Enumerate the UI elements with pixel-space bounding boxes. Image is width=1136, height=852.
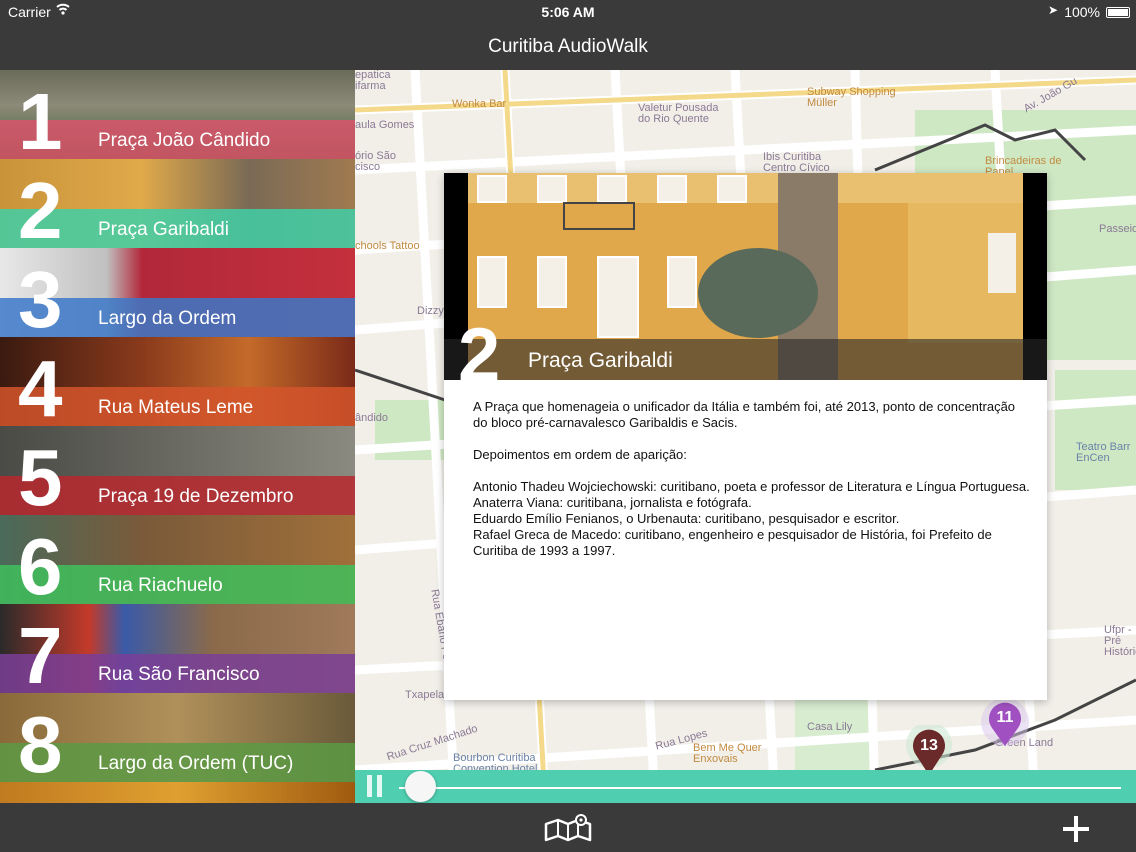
marker-number: 11 (997, 709, 1014, 726)
map-poi-label[interactable]: Dizzy (417, 306, 444, 317)
detail-description: A Praça que homenageia o unificador da I… (473, 399, 1033, 559)
detail-line: Antonio Thadeu Wojciechowski: curitibano… (473, 479, 1030, 494)
detail-intro: A Praça que homenageia o unificador da I… (473, 399, 1016, 430)
stop-detail-card[interactable]: 2 Praça Garibaldi A Praça que homenageia… (444, 173, 1047, 700)
map-icon[interactable] (543, 812, 593, 844)
stop-label: Praça 19 de Dezembro (98, 486, 294, 507)
battery-icon (1106, 7, 1130, 18)
detail-line: Eduardo Emílio Fenianos, o Urbenauta: cu… (473, 511, 900, 526)
audio-player (355, 770, 1136, 803)
map-poi-label[interactable]: ório São cisco (355, 151, 415, 173)
stop-number: 3 (18, 255, 63, 338)
location-arrow-icon: ➤ (1047, 3, 1058, 17)
detail-number: 2 (458, 313, 501, 381)
map-poi-label[interactable]: epatica ifarma (355, 70, 415, 92)
stop-label: Praça João Cândido (98, 130, 271, 151)
app-title: Curitiba AudioWalk (488, 36, 648, 57)
stop-item-3[interactable]: 3 Largo da Ordem (0, 248, 355, 337)
map-marker-11[interactable]: 11 (980, 700, 1030, 750)
stop-label: Largo da Ordem (TUC) (98, 753, 294, 774)
stop-number: 4 (18, 344, 63, 427)
progress-knob[interactable] (405, 771, 436, 802)
bottom-toolbar (0, 803, 1136, 852)
map-poi-label: ândido (355, 412, 389, 424)
battery-percent: 100% (1064, 4, 1100, 20)
map-poi-label[interactable]: chools Tattoo (355, 241, 420, 252)
stops-list[interactable]: 1 Praça João Cândido 2 Praça Garibaldi 3… (0, 70, 355, 803)
stop-number: 1 (18, 77, 63, 160)
stop-number: 5 (18, 433, 63, 516)
map-poi-label[interactable]: Teatro Barr EnCen (1076, 442, 1136, 464)
street-label: aula Gomes (355, 119, 415, 131)
stop-label: Rua Riachuelo (98, 575, 223, 596)
stop-photo (0, 782, 355, 803)
stop-label: Praça Garibaldi (98, 219, 229, 240)
map-poi-label[interactable]: Wonka Bar (452, 99, 506, 110)
stop-number: 2 (18, 166, 63, 249)
stop-label: Rua Mateus Leme (98, 397, 254, 418)
stop-item-4[interactable]: 4 Rua Mateus Leme (0, 337, 355, 426)
detail-hero: 2 Praça Garibaldi (444, 173, 1047, 380)
stop-label: Largo da Ordem (98, 308, 237, 329)
stop-item-next[interactable] (0, 782, 355, 803)
stop-number: 6 (18, 522, 63, 605)
stop-item-8[interactable]: 8 Largo da Ordem (TUC) (0, 693, 355, 782)
stop-item-7[interactable]: 7 Rua São Francisco (0, 604, 355, 693)
map-poi-label[interactable]: Casa Lily (807, 722, 852, 733)
detail-heading: Depoimentos em ordem de aparição: (473, 447, 687, 462)
map-poi-label[interactable]: Txapela (405, 690, 444, 701)
stop-item-6[interactable]: 6 Rua Riachuelo (0, 515, 355, 604)
stop-number: 8 (18, 700, 63, 783)
marker-number: 13 (920, 737, 938, 754)
stop-item-2[interactable]: 2 Praça Garibaldi (0, 159, 355, 248)
stop-item-5[interactable]: 5 Praça 19 de Dezembro (0, 426, 355, 515)
stop-number: 7 (18, 611, 63, 694)
detail-line: Rafael Greca de Macedo: curitibano, enge… (473, 527, 992, 558)
detail-title: Praça Garibaldi (528, 349, 673, 372)
navigation-bar: Curitiba AudioWalk (0, 24, 1136, 70)
map-poi-label[interactable]: Subway Shopping Müller (807, 87, 897, 109)
pause-icon[interactable] (367, 775, 383, 797)
progress-track[interactable] (399, 787, 1121, 789)
map-poi-label[interactable]: Valetur Pousada do Rio Quente (638, 103, 728, 125)
stop-label: Rua São Francisco (98, 664, 260, 685)
detail-line: Anaterra Viana: curitibana, jornalista e… (473, 495, 752, 510)
stop-item-1[interactable]: 1 Praça João Cândido (0, 70, 355, 159)
add-icon[interactable] (1060, 813, 1092, 845)
map-poi-label: Passeio (1099, 223, 1136, 235)
map-poi-label[interactable]: Bem Me Quer Enxovais (693, 743, 773, 765)
clock: 5:06 AM (541, 4, 595, 20)
status-bar: Carrier 5:06 AM ➤ 100% (0, 0, 1136, 24)
map-poi-label[interactable]: Ibis Curitiba Centro Cívico (763, 152, 853, 174)
map-poi-label[interactable]: Ufpr - Pré Histórico (1104, 625, 1136, 658)
